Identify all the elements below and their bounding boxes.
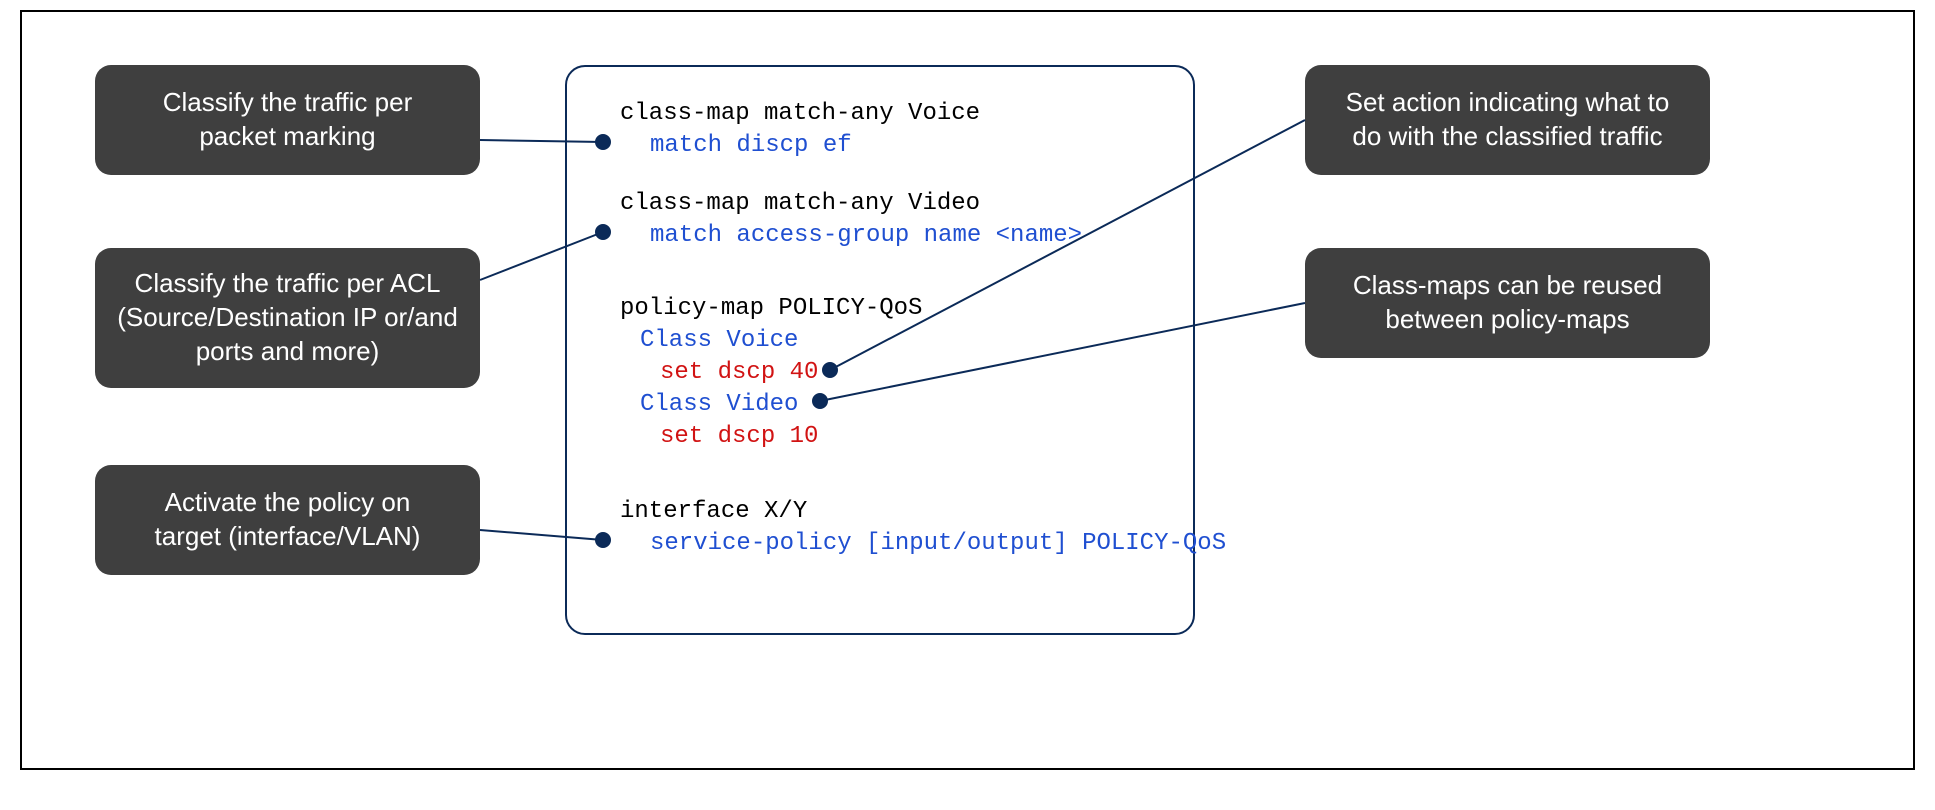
code-line: Class Voice — [640, 327, 798, 354]
callout-text: Classify the traffic perpacket marking — [163, 86, 413, 154]
callout-text: Activate the policy ontarget (interface/… — [155, 486, 421, 554]
diagram-frame: Classify the traffic perpacket marking C… — [0, 0, 1935, 810]
code-line: service-policy [input/output] POLICY-QoS — [650, 530, 1226, 557]
code-line: set dscp 10 — [660, 423, 818, 450]
code-line: class-map match-any Video — [620, 190, 980, 217]
callout-reuse-classmaps: Class-maps can be reusedbetween policy-m… — [1305, 248, 1710, 358]
code-line: interface X/Y — [620, 498, 807, 525]
callout-text: Classify the traffic per ACL(Source/Dest… — [117, 267, 458, 368]
code-line: Class Video — [640, 391, 798, 418]
code-line: match access-group name <name> — [650, 222, 1082, 249]
callout-text: Class-maps can be reusedbetween policy-m… — [1353, 269, 1662, 337]
code-line: set dscp 40 — [660, 359, 818, 386]
callout-activate-policy: Activate the policy ontarget (interface/… — [95, 465, 480, 575]
code-line: match discp ef — [650, 132, 852, 159]
callout-classify-acl: Classify the traffic per ACL(Source/Dest… — [95, 248, 480, 388]
code-line: class-map match-any Voice — [620, 100, 980, 127]
callout-classify-marking: Classify the traffic perpacket marking — [95, 65, 480, 175]
callout-set-action: Set action indicating what todo with the… — [1305, 65, 1710, 175]
code-line: policy-map POLICY-QoS — [620, 295, 922, 322]
callout-text: Set action indicating what todo with the… — [1346, 86, 1670, 154]
